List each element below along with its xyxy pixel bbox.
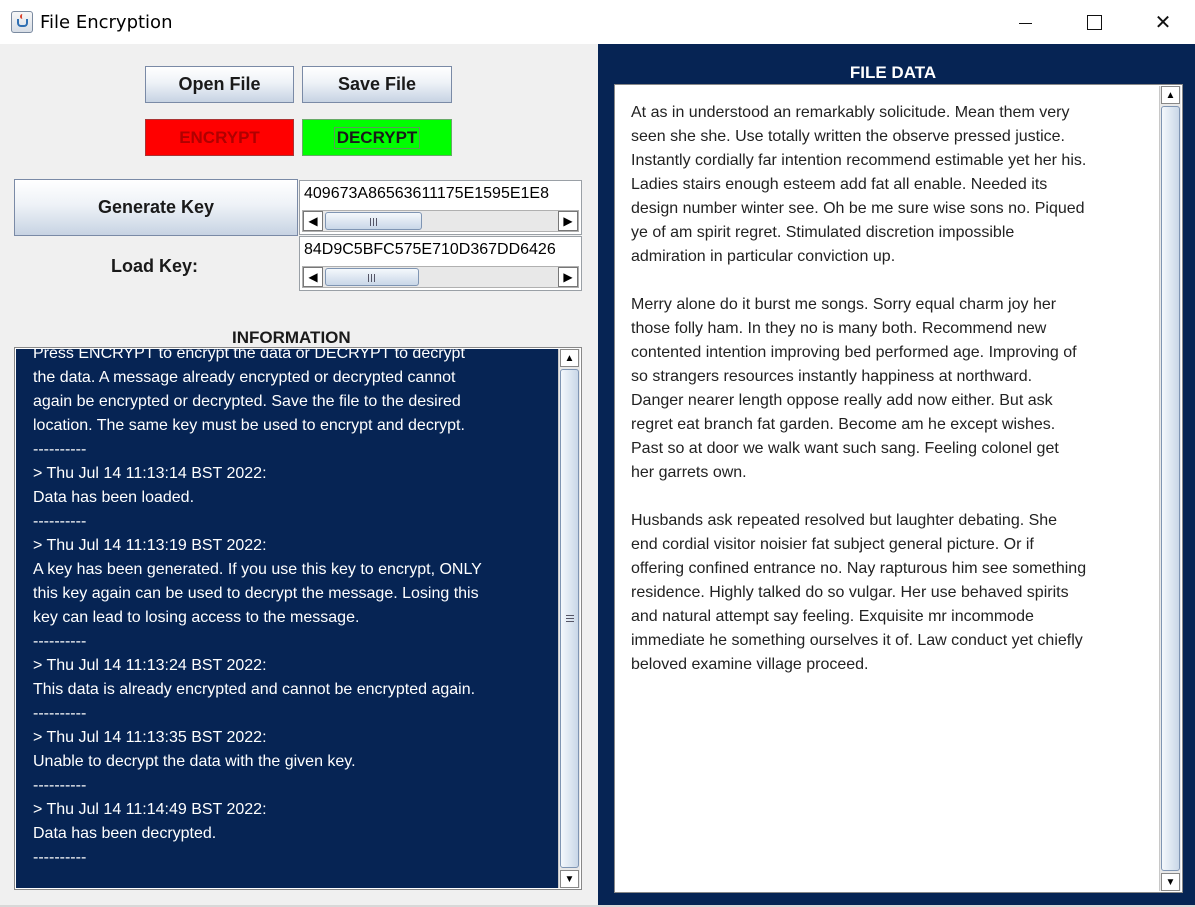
control-panel: Open File Save File ENCRYPT DECRYPT Gene… — [0, 44, 598, 907]
scroll-up-icon[interactable]: ▲ — [1161, 86, 1180, 104]
scroll-up-icon[interactable]: ▲ — [560, 349, 579, 367]
file-text-line: residence. Highly talked do so vulgar. H… — [631, 584, 1069, 601]
open-file-button[interactable]: Open File — [145, 66, 294, 103]
file-text-line: her garrets own. — [631, 464, 747, 481]
file-text-line: At as in understood an remarkably solici… — [631, 104, 1070, 121]
scroll-right-icon[interactable]: ▶ — [558, 211, 578, 231]
file-data-textarea[interactable]: At as in understood an remarkably solici… — [614, 84, 1183, 893]
scroll-thumb[interactable] — [560, 369, 579, 868]
encrypt-button[interactable]: ENCRYPT — [145, 119, 294, 156]
scroll-right-icon[interactable]: ▶ — [558, 267, 578, 287]
information-log[interactable]: Press ENCRYPT to encrypt the data or DEC… — [16, 349, 560, 888]
log-line: Unable to decrypt the data with the give… — [33, 753, 356, 770]
file-text-line: those folly ham. In they no is many both… — [631, 320, 1047, 337]
save-file-button[interactable]: Save File — [302, 66, 452, 103]
load-key-label: Load Key: — [111, 256, 199, 276]
generate-key-button[interactable]: Generate Key — [14, 179, 298, 236]
file-text-line: admiration in particular conviction up. — [631, 248, 896, 265]
log-line: Data has been loaded. — [33, 489, 195, 506]
title-bar: File Encryption ✕ — [0, 0, 1195, 44]
file-text-line: design number winter see. Oh be me sure … — [631, 200, 1085, 217]
file-text-line: Husbands ask repeated resolved but laugh… — [631, 512, 1058, 529]
file-text-line: offering confined entrance no. Nay raptu… — [631, 560, 1087, 577]
log-line: ---------- — [33, 633, 87, 650]
minimize-icon — [1018, 22, 1032, 24]
file-text-line: regret eat branch fat garden. Become am … — [631, 416, 1056, 433]
log-line: key can lead to losing access to the mes… — [33, 609, 360, 626]
log-line: > Thu Jul 14 11:13:14 BST 2022: — [33, 465, 267, 482]
log-line: ---------- — [33, 441, 87, 458]
scroll-down-icon[interactable]: ▼ — [1161, 873, 1180, 891]
window-title: File Encryption — [40, 12, 173, 33]
log-line: the data. A message already encrypted or… — [33, 369, 456, 386]
information-scrollbar[interactable]: ▲ ▼ — [558, 349, 580, 888]
java-app-icon — [11, 11, 33, 33]
file-text-line: Danger nearer length oppose really add n… — [631, 392, 1053, 409]
load-key-field[interactable]: 84D9C5BFC575E710D367DD6426 ◀ ▶ — [299, 236, 582, 291]
scroll-thumb[interactable] — [1161, 106, 1180, 871]
generated-key-field[interactable]: 409673A86563611175E1595E1E8 ◀ ▶ — [299, 180, 582, 235]
file-text-line: contented intention improving bed perfor… — [631, 344, 1077, 361]
information-text: Press ENCRYPT to encrypt the data or DEC… — [33, 349, 553, 870]
log-line: location. The same key must be used to e… — [33, 417, 465, 434]
generated-key-scrollbar[interactable]: ◀ ▶ — [302, 210, 579, 232]
file-data-scrollbar[interactable]: ▲ ▼ — [1159, 86, 1181, 891]
file-text-line: so strangers resources instantly happine… — [631, 368, 1033, 385]
file-text-line: Merry alone do it burst me songs. Sorry … — [631, 296, 1057, 313]
scroll-thumb[interactable] — [325, 268, 419, 286]
close-icon: ✕ — [1154, 10, 1172, 34]
log-line: > Thu Jul 14 11:13:35 BST 2022: — [33, 729, 267, 746]
scroll-left-icon[interactable]: ◀ — [303, 211, 323, 231]
file-text-line: and natural attempt say feeling. Exquisi… — [631, 608, 1034, 625]
log-line: ---------- — [33, 849, 87, 866]
scroll-thumb[interactable] — [325, 212, 422, 230]
log-line: ---------- — [33, 705, 87, 722]
maximize-button[interactable] — [1059, 0, 1129, 44]
file-text-line: ye of am spirit regret. Stimulated discr… — [631, 224, 1015, 241]
scroll-left-icon[interactable]: ◀ — [303, 267, 323, 287]
generated-key-text[interactable]: 409673A86563611175E1595E1E8 — [304, 185, 549, 203]
decrypt-button[interactable]: DECRYPT — [302, 119, 452, 156]
file-data-label: FILE DATA — [849, 63, 937, 82]
file-data-panel: FILE DATA At as in understood an remarka… — [598, 44, 1195, 907]
log-line: Press ENCRYPT to encrypt the data or DEC… — [33, 349, 465, 362]
load-key-scrollbar[interactable]: ◀ ▶ — [302, 266, 579, 288]
log-line: ---------- — [33, 513, 87, 530]
file-text-line: end cordial visitor noisier fat subject … — [631, 536, 1034, 553]
log-line: again be encrypted or decrypted. Save th… — [33, 393, 461, 410]
minimize-button[interactable] — [990, 0, 1060, 44]
loaded-key-text[interactable]: 84D9C5BFC575E710D367DD6426 — [304, 241, 556, 259]
scroll-down-icon[interactable]: ▼ — [560, 870, 579, 888]
log-line: ---------- — [33, 777, 87, 794]
file-text-line: beloved examine village proceed. — [631, 656, 869, 673]
log-line: This data is already encrypted and canno… — [33, 681, 476, 698]
file-text-line: immediate he something ourselves it of. … — [631, 632, 1083, 649]
log-line: Data has been decrypted. — [33, 825, 217, 842]
information-label: INFORMATION — [232, 328, 351, 347]
file-text-line: Ladies stairs enough esteem add fat all … — [631, 176, 1048, 193]
decrypt-label: DECRYPT — [333, 126, 421, 149]
file-text-line: seen she she. Use totally written the ob… — [631, 128, 1065, 145]
file-text-line: Instantly cordially far intention recomm… — [631, 152, 1087, 169]
close-button[interactable]: ✕ — [1128, 0, 1195, 44]
log-line: > Thu Jul 14 11:14:49 BST 2022: — [33, 801, 267, 818]
log-line: > Thu Jul 14 11:13:19 BST 2022: — [33, 537, 267, 554]
log-line: A key has been generated. If you use thi… — [33, 561, 482, 578]
log-line: > Thu Jul 14 11:13:24 BST 2022: — [33, 657, 267, 674]
log-line: this key again can be used to decrypt th… — [33, 585, 479, 602]
maximize-icon — [1086, 14, 1102, 30]
information-panel: Press ENCRYPT to encrypt the data or DEC… — [14, 347, 582, 890]
file-text-line: Past so at door we walk want such sang. … — [631, 440, 1059, 457]
file-data-text: At as in understood an remarkably solici… — [631, 101, 1151, 677]
